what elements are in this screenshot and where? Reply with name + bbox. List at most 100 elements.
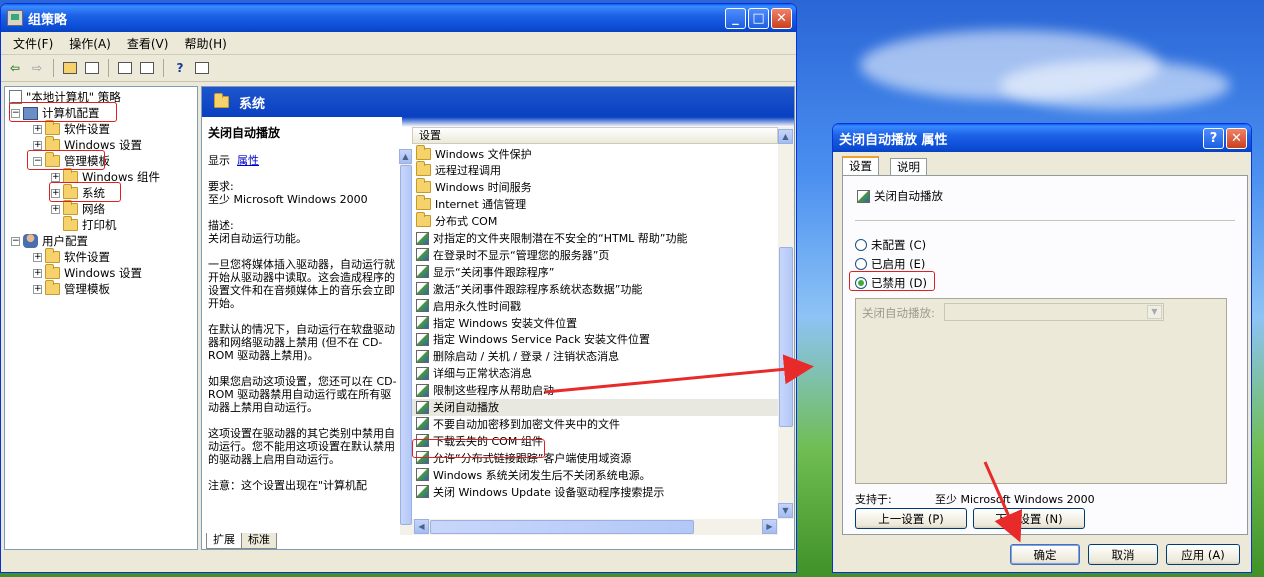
properties-link[interactable]: 属性 [237, 154, 259, 167]
list-item[interactable]: 指定 Windows Service Pack 安装文件位置 [416, 331, 650, 348]
help-icon[interactable]: ? [170, 58, 190, 78]
radio-not-configured[interactable]: 未配置 (C) [855, 237, 926, 253]
list-item[interactable]: 关闭 Windows Update 设备驱动程序搜索提示 [416, 483, 664, 500]
list-item-label: Internet 通信管理 [435, 198, 527, 212]
scroll-thumb[interactable] [779, 247, 793, 427]
list-item-label: 远程过程调用 [435, 164, 501, 178]
setting-icon [416, 485, 429, 498]
tree-user-config[interactable]: − 用户配置 [11, 233, 88, 249]
list-item[interactable]: 删除启动 / 关机 / 登录 / 注销状态消息 [416, 348, 619, 365]
setting-icon [416, 248, 429, 262]
scroll-thumb[interactable] [430, 520, 694, 534]
list-item[interactable]: 远程过程调用 [416, 161, 501, 179]
expand-icon[interactable]: + [51, 172, 60, 182]
scroll-thumb[interactable] [400, 165, 412, 525]
list-item[interactable]: 激活“关闭事件跟踪程序系统状态数据”功能 [416, 280, 642, 297]
previous-setting-button[interactable]: 上一设置 (P) [855, 508, 967, 529]
collapse-icon[interactable]: − [11, 236, 20, 246]
properties-icon[interactable] [115, 58, 135, 78]
dialog-close-button[interactable]: ✕ [1226, 128, 1247, 149]
menu-action[interactable]: 操作(A) [61, 33, 119, 54]
next-setting-button[interactable]: 下一设置 (N) [973, 508, 1085, 529]
forward-arrow-icon[interactable]: ⇨ [27, 58, 47, 78]
radio-button[interactable] [855, 258, 867, 270]
scroll-left-icon[interactable]: ◀ [414, 519, 429, 534]
description-paragraph: 如果您启动这项设置，您还可以在 CD-ROM 驱动器禁用自动运行或在所有驱动器上… [208, 375, 397, 414]
tree-pane[interactable]: "本地计算机" 策略 − 计算机配置 + 软件设置 + Windows 设置 −… [4, 86, 198, 550]
expand-icon[interactable]: + [33, 124, 42, 134]
list-item[interactable]: 详细与正常状态消息 [416, 365, 532, 382]
tree-user-windows-settings[interactable]: + Windows 设置 [33, 264, 142, 281]
list-item[interactable]: 在登录时不显示“管理您的服务器”页 [416, 246, 609, 263]
supported-value: 至少 Microsoft Windows 2000 [935, 493, 1095, 506]
radio-button[interactable] [855, 239, 867, 251]
option-dropdown[interactable]: ▼ [944, 303, 1164, 321]
main-titlebar[interactable]: 组策略 _ □ ✕ [1, 4, 796, 32]
chevron-down-icon[interactable]: ▼ [1147, 305, 1162, 319]
list-item-label: 限制这些程序从帮助启动 [433, 384, 554, 398]
show-description-icon[interactable] [192, 58, 212, 78]
tree-network[interactable]: + 网络 [51, 200, 105, 217]
radio-enabled[interactable]: 已启用 (E) [855, 256, 925, 272]
description-scrollbar[interactable]: ▲ [399, 149, 412, 535]
list-item-label: Windows 文件保护 [435, 147, 532, 161]
tree-user-admin-templates[interactable]: + 管理模板 [33, 280, 110, 297]
setting-icon [416, 265, 429, 279]
list-item[interactable]: 限制这些程序从帮助启动 [416, 382, 554, 399]
list-item[interactable]: Windows 时间服务 [416, 178, 532, 196]
list-item[interactable]: Internet 通信管理 [416, 195, 527, 213]
list-item[interactable]: 指定 Windows 安装文件位置 [416, 314, 577, 331]
setting-icon [416, 299, 429, 313]
menu-help[interactable]: 帮助(H) [176, 33, 234, 54]
tree-user-software-settings[interactable]: + 软件设置 [33, 248, 110, 265]
folder-icon [45, 248, 60, 263]
expand-icon[interactable]: + [33, 284, 42, 294]
expand-icon[interactable]: + [33, 252, 42, 262]
show-hide-tree-icon[interactable] [82, 58, 102, 78]
tree-software-settings[interactable]: + 软件设置 [33, 120, 110, 137]
list-item[interactable]: 启用永久性时间戳 [416, 297, 521, 314]
menu-view[interactable]: 查看(V) [119, 33, 177, 54]
list-item[interactable]: Windows 系统关闭发生后不关闭系统电源。 [416, 466, 651, 483]
list-item[interactable]: 对指定的文件夹限制潜在不安全的“HTML 帮助”功能 [416, 230, 688, 247]
folder-icon [63, 200, 78, 215]
tab-extended[interactable]: 扩展 [206, 533, 242, 549]
column-header-settings[interactable]: 设置 [412, 127, 778, 144]
vertical-scrollbar[interactable]: ▲ ▼ [778, 127, 794, 519]
tab-settings[interactable]: 设置 [842, 156, 879, 176]
minimize-button[interactable]: _ [725, 8, 746, 29]
list-item-label: Windows 时间服务 [435, 181, 532, 195]
tab-explain[interactable]: 说明 [890, 158, 927, 176]
scroll-down-icon[interactable]: ▼ [778, 503, 793, 518]
view-tabs: 扩展 标准 [206, 533, 277, 549]
list-item[interactable]: 分布式 COM [416, 212, 497, 230]
expand-icon[interactable]: + [51, 204, 60, 214]
expand-icon[interactable]: + [33, 140, 42, 150]
apply-button[interactable]: 应用 (A) [1166, 544, 1240, 565]
list-item[interactable]: 显示“关闭事件跟踪程序” [416, 263, 554, 280]
horizontal-scrollbar[interactable]: ◀ ▶ [412, 519, 778, 535]
scroll-right-icon[interactable]: ▶ [762, 519, 777, 534]
menu-file[interactable]: 文件(F) [5, 33, 61, 54]
maximize-button[interactable]: □ [748, 8, 769, 29]
ok-button[interactable]: 确定 [1010, 544, 1080, 565]
scroll-up-icon[interactable]: ▲ [778, 129, 793, 144]
back-arrow-icon[interactable]: ⇦ [5, 58, 25, 78]
folder-icon [416, 144, 431, 160]
setting-icon [416, 383, 429, 397]
list-item[interactable]: 关闭自动播放 [412, 398, 778, 416]
cancel-button[interactable]: 取消 [1088, 544, 1158, 565]
up-folder-icon[interactable] [60, 58, 80, 78]
dialog-titlebar[interactable]: 关闭自动播放 属性 ? ✕ [833, 124, 1251, 152]
tab-standard[interactable]: 标准 [241, 533, 277, 549]
export-list-icon[interactable] [137, 58, 157, 78]
expand-icon[interactable]: + [33, 268, 42, 278]
list-item[interactable]: Windows 文件保护 [416, 144, 532, 162]
tree-printers[interactable]: 打印机 [63, 216, 117, 233]
settings-list: 设置 Windows 文件保护 远程过程调用 Windows 时间服务 Interne… [412, 127, 794, 535]
help-button[interactable]: ? [1203, 128, 1224, 149]
close-button[interactable]: ✕ [771, 8, 792, 29]
list-item-label: 激活“关闭事件跟踪程序系统状态数据”功能 [433, 282, 643, 296]
list-item[interactable]: 不要自动加密移到加密文件夹中的文件 [416, 415, 620, 432]
scroll-up-icon[interactable]: ▲ [399, 149, 412, 164]
